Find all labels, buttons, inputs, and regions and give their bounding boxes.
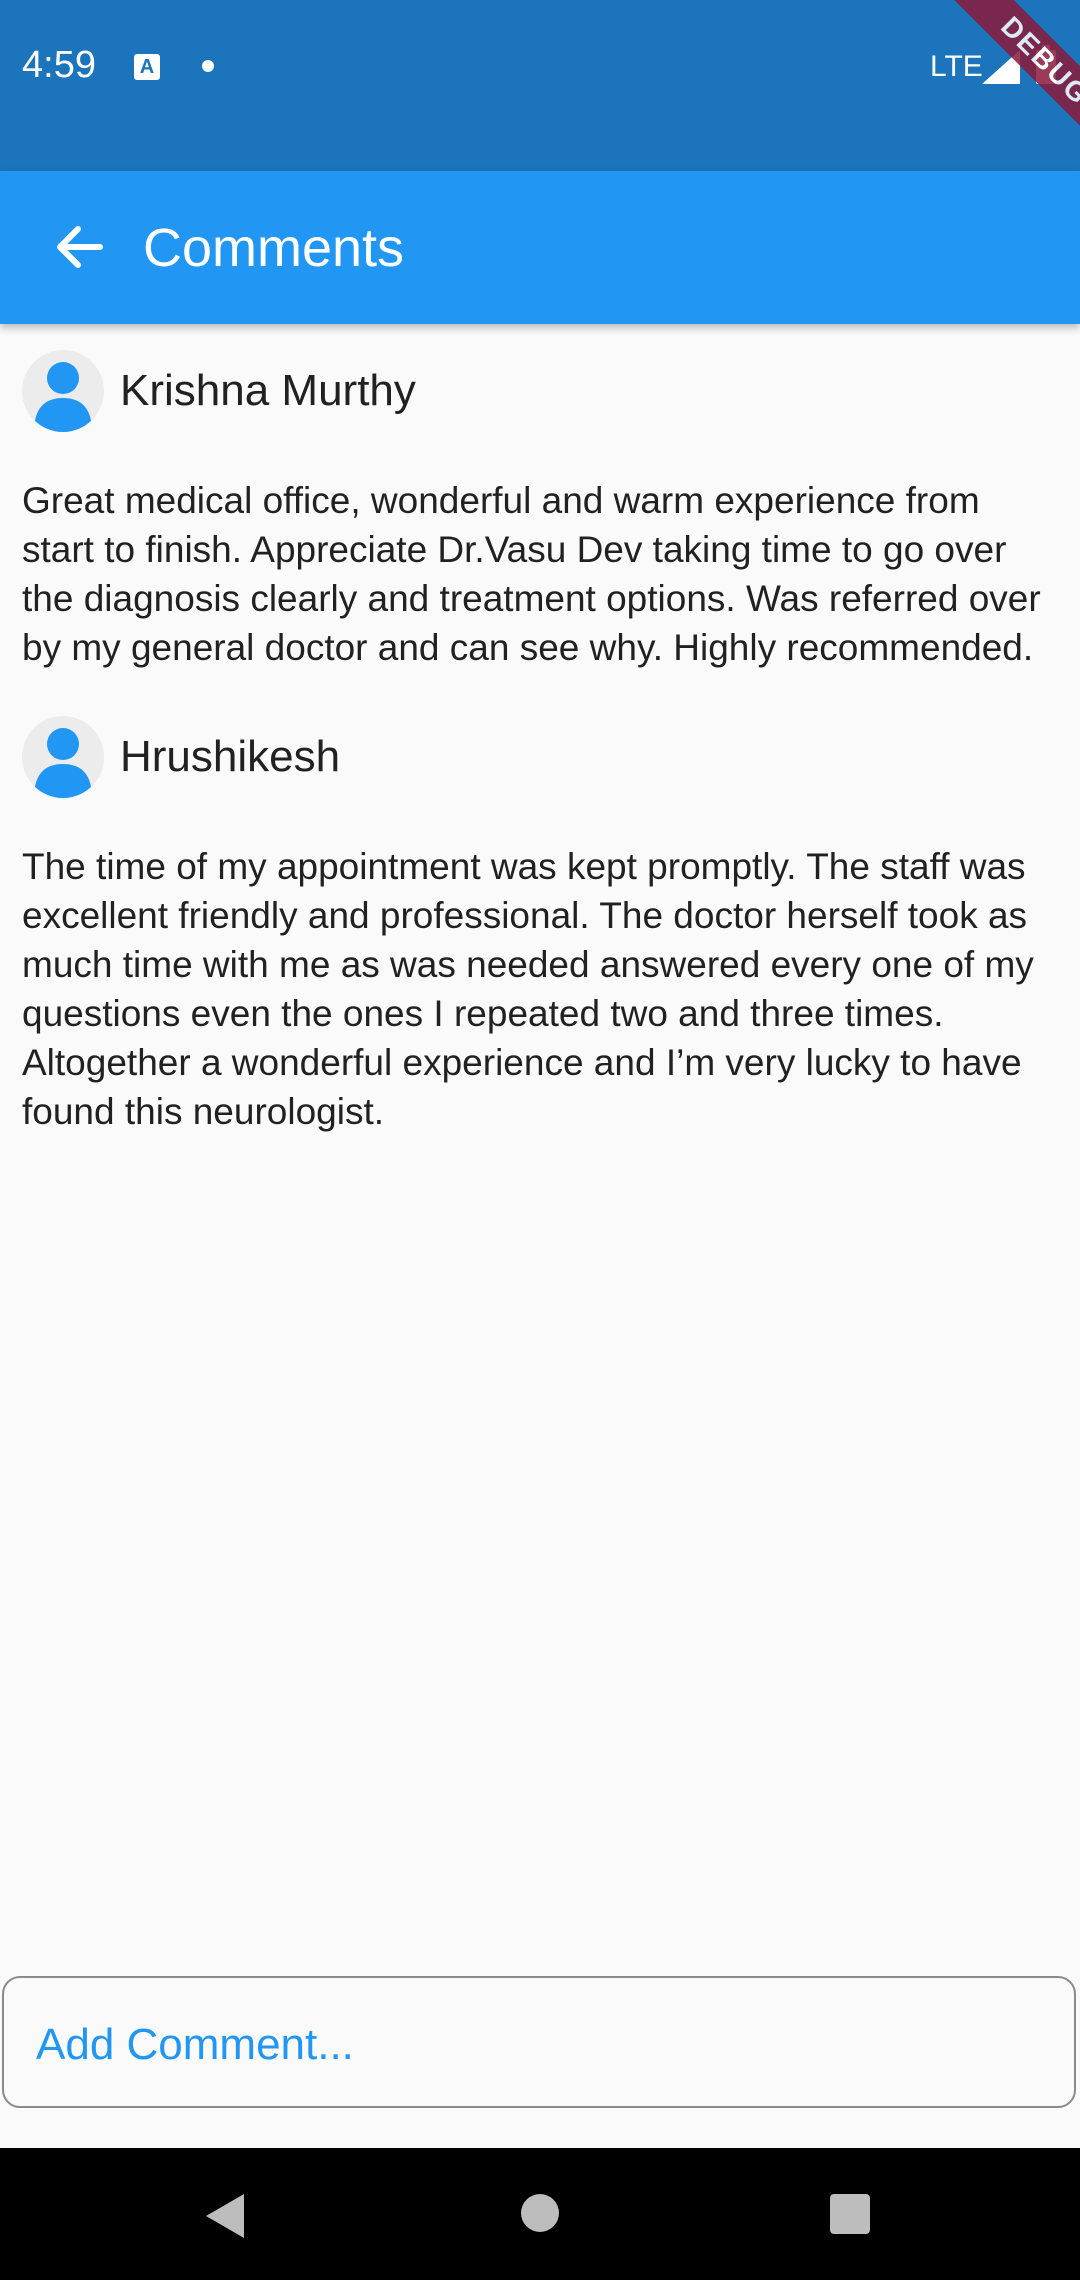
status-time: 4:59 [22,44,96,86]
avatar [22,350,104,432]
add-comment-input[interactable] [34,2012,1038,2078]
add-comment-field[interactable] [2,1976,1076,2108]
page-title: Comments [143,218,405,278]
comment-author: Hrushikesh [120,732,341,781]
system-nav-bar [0,2148,1080,2280]
arrow-back-icon [57,226,103,268]
comment-author: Krishna Murthy [120,366,416,415]
network-type: LTE [930,50,983,83]
person-icon [34,728,92,798]
comment-text: The time of my appointment was kept prom… [22,846,1034,1132]
nav-home-icon[interactable] [521,2194,559,2232]
comment-header: Krishna Murthy [22,326,1058,456]
comment-item: Krishna Murthy Great medical office, won… [0,326,1080,672]
app-bar: Comments [0,171,1080,324]
person-icon [34,362,92,432]
comment-list: Krishna Murthy Great medical office, won… [0,324,1080,1136]
app-a-icon: A [134,54,160,80]
avatar [22,716,104,798]
nav-back-icon[interactable] [204,2192,248,2240]
comment-text: Great medical office, wonderful and warm… [22,480,1041,668]
back-button[interactable] [40,207,120,287]
notification-dot-icon [202,60,214,72]
comment-header: Hrushikesh [22,692,1058,822]
status-bar: 4:59 A LTE DEBUG [0,0,1080,171]
nav-recents-icon[interactable] [830,2194,870,2234]
comment-item: Hrushikesh The time of my appointment wa… [0,692,1080,1136]
